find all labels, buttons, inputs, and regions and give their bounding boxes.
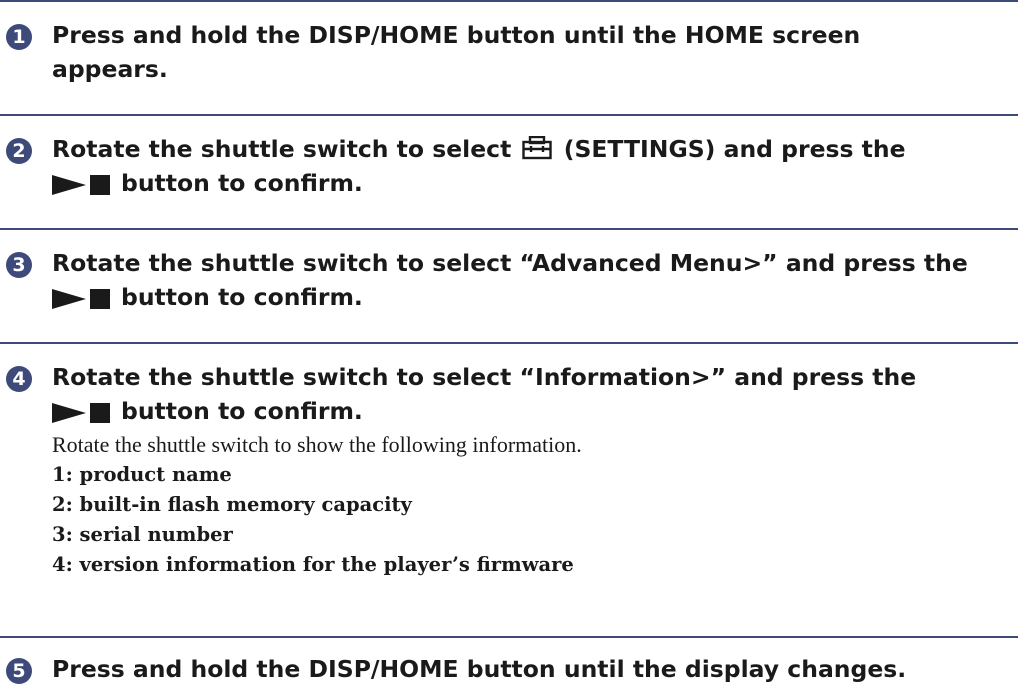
play-stop-icon (52, 288, 110, 309)
step-heading-line: appears. (52, 55, 168, 83)
step-heading: Press and hold the DISP/HOME button unti… (52, 18, 1012, 86)
step-heading: Rotate the shuttle switch to select “Adv… (52, 246, 1012, 314)
divider (0, 228, 1018, 230)
step-description: Rotate the shuttle switch to show the fo… (52, 432, 582, 457)
step-heading-line: button to confirm. (52, 394, 1012, 428)
step-number-badge: 4 (6, 366, 32, 392)
info-list-item: 4: version information for the player’s … (52, 553, 574, 576)
step-heading-line: Rotate the shuttle switch to select “Adv… (52, 249, 968, 277)
step-number-badge: 3 (6, 252, 32, 278)
step-number-badge: 2 (6, 138, 32, 164)
play-stop-icon (52, 402, 110, 423)
divider (0, 114, 1018, 116)
step-heading-line: button to confirm. (52, 280, 1012, 314)
info-list-item: 2: built-in flash memory capacity (52, 493, 412, 516)
divider (0, 636, 1018, 638)
step-heading-line: Rotate the shuttle switch to select “Inf… (52, 363, 917, 391)
play-stop-icon (52, 174, 110, 195)
divider (0, 0, 1018, 2)
step-heading-text: (SETTINGS) and press the (563, 135, 906, 163)
step-heading: Press and hold the DISP/HOME button unti… (52, 652, 1012, 686)
step-heading: Rotate the shuttle switch to select “Inf… (52, 360, 1012, 428)
settings-toolbox-icon (521, 136, 552, 160)
step-heading: Rotate the shuttle switch to select (SET… (52, 132, 1012, 200)
step-heading-text: button to confirm. (121, 397, 363, 425)
info-list-item: 1: product name (52, 463, 232, 486)
step-number-badge: 5 (6, 658, 32, 684)
step-heading-text: button to confirm. (121, 283, 363, 311)
step-heading-line: Rotate the shuttle switch to select (SET… (52, 132, 1012, 166)
step-heading-line: Press and hold the DISP/HOME button unti… (52, 655, 907, 683)
step-heading-line: button to confirm. (52, 166, 1012, 200)
step-heading-text: button to confirm. (121, 169, 363, 197)
divider (0, 342, 1018, 344)
info-list-item: 3: serial number (52, 523, 233, 546)
step-number-badge: 1 (6, 24, 32, 50)
step-heading-line: Press and hold the DISP/HOME button unti… (52, 21, 861, 49)
step-heading-text: Rotate the shuttle switch to select (52, 135, 512, 163)
